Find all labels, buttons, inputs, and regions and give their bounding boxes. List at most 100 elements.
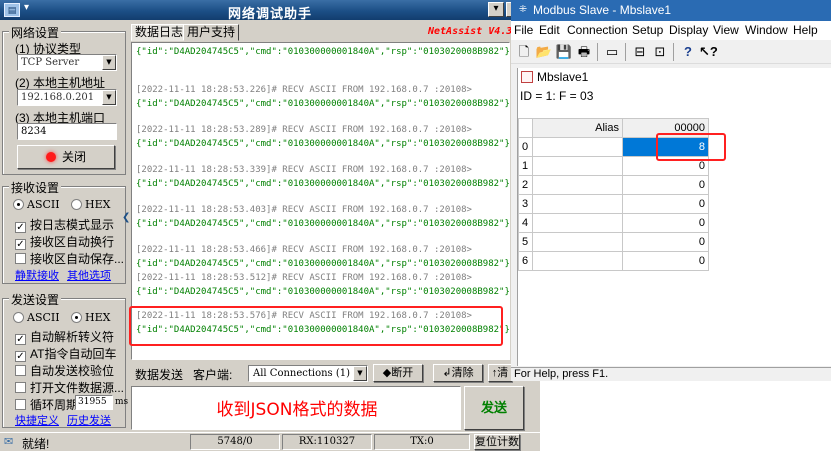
auto-save-checkbox[interactable]: 接收区自动保存... — [15, 250, 124, 267]
display-icon[interactable]: ⊟ — [631, 43, 649, 61]
log-entry: [2022-11-11 18:28:53.512]# RECV ASCII FR… — [136, 271, 510, 299]
alias-cell[interactable] — [532, 156, 623, 176]
lock-icon[interactable]: ⊡ — [651, 43, 669, 61]
chevron-down-icon[interactable]: ▼ — [353, 366, 367, 381]
radio-label: ASCII — [27, 198, 60, 211]
child-titlebar[interactable]: Mbslave1 — [518, 68, 831, 86]
value-cell[interactable]: 0 — [622, 213, 709, 233]
menu-bar: File Edit Connection Setup Display View … — [511, 21, 831, 40]
panel-collapse-handle[interactable]: ❮ — [122, 196, 130, 240]
value-cell[interactable]: 0 — [622, 232, 709, 252]
menu-file[interactable]: File — [514, 23, 533, 37]
help-icon[interactable]: ? — [679, 43, 697, 61]
value-cell[interactable]: 0 — [622, 194, 709, 214]
open-file-checkbox[interactable]: 打开文件数据源... — [15, 379, 124, 396]
menu-help[interactable]: Help — [793, 23, 818, 37]
menu-view[interactable]: View — [713, 23, 739, 37]
row-index: 1 — [518, 156, 533, 176]
row-index: 5 — [518, 232, 533, 252]
alias-cell[interactable] — [532, 137, 623, 157]
table-row[interactable]: 6 0 — [518, 251, 709, 271]
menu-display[interactable]: Display — [669, 23, 708, 37]
context-help-icon[interactable]: ↖? — [699, 43, 718, 61]
recv-ascii-radio[interactable]: ASCII — [13, 198, 60, 211]
send-input[interactable]: 收到JSON格式的数据 — [131, 386, 461, 430]
menu-window[interactable]: Window — [745, 23, 788, 37]
send-ascii-radio[interactable]: ASCII — [13, 311, 60, 324]
row-index: 3 — [518, 194, 533, 214]
status-bar: ✉ 就绪! 5748/0 RX:110327 TX:0 复位计数 — [0, 432, 540, 451]
log-data: {"id":"D4AD204745C5","cmd":"010300000001… — [136, 287, 510, 297]
log-entry: [2022-11-11 18:28:53.403]# RECV ASCII FR… — [136, 203, 510, 231]
connections-select[interactable]: All Connections (1) ▼ — [248, 365, 368, 382]
table-row[interactable]: 3 0 — [518, 194, 709, 214]
table-row[interactable]: 5 0 — [518, 232, 709, 252]
tx-counter: TX:0 — [374, 434, 470, 450]
log-mode-checkbox[interactable]: ✓ 按日志模式显示 — [15, 216, 114, 233]
other-options-link[interactable]: 其他选项 — [67, 267, 111, 283]
radio-icon — [13, 312, 24, 323]
host-ip-select[interactable]: 192.168.0.201 ▼ — [17, 89, 117, 106]
disconnect-button[interactable]: ◆断开 — [373, 364, 423, 382]
menu-connection[interactable]: Connection — [567, 23, 628, 37]
open-icon[interactable]: 📂 — [535, 43, 553, 61]
send-history-link[interactable]: 历史发送 — [67, 412, 111, 428]
tab-user-support[interactable]: 用户支持 — [183, 24, 240, 41]
save-icon[interactable]: 💾 — [555, 43, 573, 61]
protocol-select[interactable]: TCP Server ▼ — [17, 54, 117, 71]
button-label: 清除 — [451, 367, 474, 379]
alias-cell[interactable] — [532, 213, 623, 233]
quick-define-link[interactable]: 快捷定义 — [15, 412, 59, 428]
corner-cell — [518, 118, 533, 138]
send-settings-group: 发送设置 ASCII HEX ✓ 自动解析转义符 ✓ AT指令自动回车 自动发送校验… — [2, 291, 128, 428]
chevron-down-icon[interactable]: ▼ — [102, 90, 116, 105]
red-light-icon — [45, 152, 56, 162]
row-index: 4 — [518, 213, 533, 233]
data-send-label: 数据发送 — [135, 368, 184, 382]
auto-checksum-checkbox[interactable]: 自动发送校验位 — [15, 362, 114, 379]
log-entry: [2022-11-11 18:28:53.466]# RECV ASCII FR… — [136, 243, 509, 271]
new-icon[interactable]: 🗋 — [515, 43, 533, 61]
send-button[interactable]: 发送 — [464, 386, 524, 430]
clear2-button[interactable]: ↑清 — [488, 364, 512, 382]
clear-button[interactable]: ↲清除 — [433, 364, 483, 382]
chevron-down-icon[interactable]: ▼ — [102, 55, 116, 70]
toolbar-separator — [625, 43, 626, 61]
close-connection-button[interactable]: 关闭 — [17, 145, 115, 169]
row-index: 6 — [518, 251, 533, 271]
print-icon[interactable]: 🖶 — [575, 43, 593, 61]
auto-wrap-checkbox[interactable]: ✓ 接收区自动换行 — [15, 233, 114, 250]
alias-cell[interactable] — [532, 232, 623, 252]
port-input[interactable]: 8234 — [17, 123, 117, 140]
mute-receive-link[interactable]: 静默接收 — [15, 267, 59, 283]
reset-counter-button[interactable]: 复位计数 — [474, 434, 520, 450]
log-entry: [2022-11-11 18:28:53.226]# RECV ASCII FR… — [136, 83, 509, 111]
table-row[interactable]: 2 0 — [518, 175, 709, 195]
alias-cell[interactable] — [532, 175, 623, 195]
log-entry: {"id":"D4AD204745C5","cmd":"010300000001… — [136, 45, 510, 59]
loop-checkbox[interactable]: 循环周期 — [15, 396, 78, 413]
send-hex-radio[interactable]: HEX — [71, 311, 110, 324]
value-cell[interactable]: 0 — [622, 251, 709, 271]
tab-data-log[interactable]: 数据日志 — [131, 24, 188, 41]
menu-edit[interactable]: Edit — [539, 23, 560, 37]
alias-cell[interactable] — [532, 194, 623, 214]
alias-cell[interactable] — [532, 251, 623, 271]
at-newline-checkbox[interactable]: ✓ AT指令自动回车 — [15, 345, 116, 362]
auto-escape-checkbox[interactable]: ✓ 自动解析转义符 — [15, 328, 114, 345]
checkbox-empty-icon — [15, 399, 26, 410]
table-row[interactable]: 4 0 — [518, 213, 709, 233]
loop-period-input[interactable]: 31955 — [75, 395, 113, 410]
recv-hex-radio[interactable]: HEX — [71, 198, 110, 211]
log-data: {"id":"D4AD204745C5","cmd":"010300000001… — [136, 219, 510, 229]
minimize-button[interactable]: ▾ — [488, 2, 504, 17]
window-icon[interactable]: ▭ — [603, 43, 621, 61]
log-data: {"id":"D4AD204745C5","cmd":"010300000001… — [136, 47, 510, 57]
menu-setup[interactable]: Setup — [632, 23, 663, 37]
value-cell[interactable]: 0 — [622, 175, 709, 195]
netassist-window: ▤ ▾ 网络调试助手 ▾ – 网络设置 (1) 协议类型 TCP Server … — [0, 0, 540, 451]
netassist-titlebar[interactable]: ▤ ▾ 网络调试助手 ▾ – — [0, 0, 540, 21]
radio-icon — [71, 199, 82, 210]
radio-label: ASCII — [27, 311, 60, 324]
modbus-titlebar[interactable]: ⁜ Modbus Slave - Mbslave1 — [511, 0, 831, 21]
